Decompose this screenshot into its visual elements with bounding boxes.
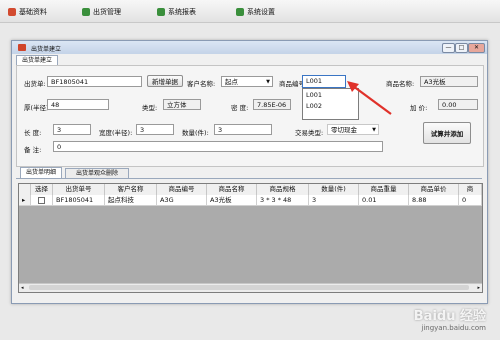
width-label: 宽度(半径): bbox=[99, 129, 133, 137]
order-details-grid: 选择 出货单号 客户名称 商品编号 商品名称 商品规格 数量(件) 商品重量 商… bbox=[18, 183, 483, 293]
row-checkbox[interactable] bbox=[38, 196, 45, 204]
chevron-down-icon: ▼ bbox=[266, 79, 270, 85]
type-field: 立方体 bbox=[163, 99, 201, 110]
row-marker-icon: ▸ bbox=[19, 195, 31, 206]
cell-qty[interactable]: 3 bbox=[309, 195, 359, 206]
dropdown-option[interactable]: L002 bbox=[306, 102, 322, 111]
watermark-brand: Baidu 经验 bbox=[413, 309, 486, 324]
col-header-weight[interactable]: 商品重量 bbox=[359, 184, 409, 195]
customer-value: 起点 bbox=[225, 78, 238, 86]
shipping-icon bbox=[82, 8, 90, 16]
horizontal-scrollbar[interactable]: ◂ ▸ bbox=[19, 283, 482, 292]
density-field: 7.85E-06 bbox=[253, 99, 291, 110]
col-header-spec[interactable]: 商品规格 bbox=[257, 184, 309, 195]
col-header-customer[interactable]: 客户名称 bbox=[105, 184, 157, 195]
customer-label: 客户名称: bbox=[187, 80, 216, 88]
menu-item-shipping[interactable]: 出货管理 bbox=[82, 6, 121, 18]
minimize-button[interactable]: — bbox=[442, 43, 455, 53]
length-label: 长 度: bbox=[24, 129, 42, 137]
addprice-field: 0.00 bbox=[438, 99, 478, 110]
menu-item-basic-data[interactable]: 基础资料 bbox=[8, 6, 47, 18]
menu-item-settings[interactable]: 系统设置 bbox=[236, 6, 275, 18]
watermark: Baidu 经验 jingyan.baidu.com bbox=[414, 305, 486, 332]
col-header-order-no[interactable]: 出货单号 bbox=[53, 184, 105, 195]
scroll-left-icon[interactable]: ◂ bbox=[21, 285, 24, 291]
menu-item-label: 基础资料 bbox=[19, 8, 47, 16]
col-header-name[interactable]: 商品名称 bbox=[207, 184, 257, 195]
col-header-select[interactable]: 选择 bbox=[31, 184, 53, 195]
chevron-down-icon: ▼ bbox=[372, 127, 376, 133]
close-button[interactable]: ✕ bbox=[468, 43, 485, 53]
thickness-field[interactable]: 48 bbox=[47, 99, 109, 110]
calculate-add-button[interactable]: 试算并添加 bbox=[423, 122, 471, 144]
col-header-code[interactable]: 商品编号 bbox=[157, 184, 207, 195]
menu-item-label: 系统报表 bbox=[168, 8, 196, 16]
cell-price[interactable]: 8.88 bbox=[409, 195, 459, 206]
cell-extra[interactable]: 0 bbox=[459, 195, 482, 206]
menu-item-label: 出货管理 bbox=[93, 8, 121, 16]
window-title: 出货单建立 bbox=[31, 46, 62, 53]
product-name-field: A3光板 bbox=[420, 76, 478, 87]
qty-field[interactable]: 3 bbox=[214, 124, 272, 135]
width-field[interactable]: 3 bbox=[136, 124, 174, 135]
density-label: 密 度: bbox=[231, 104, 249, 112]
col-header-qty[interactable]: 数量(件) bbox=[309, 184, 359, 195]
remark-field[interactable]: 0 bbox=[53, 141, 383, 152]
trade-type-label: 交易类型: bbox=[295, 129, 324, 137]
qty-label: 数量(件): bbox=[182, 129, 209, 137]
annotation-arrow-icon bbox=[347, 81, 392, 115]
watermark-url: jingyan.baidu.com bbox=[421, 324, 486, 332]
menu-item-reports[interactable]: 系统报表 bbox=[157, 6, 196, 18]
window-titlebar: 出货单建立 — □ ✕ bbox=[12, 41, 487, 54]
col-header-extra[interactable]: 商 bbox=[459, 184, 482, 195]
reports-icon bbox=[157, 8, 165, 16]
app-icon bbox=[18, 44, 26, 51]
trade-type-select[interactable]: 零切现金 ▼ bbox=[327, 124, 379, 135]
cell-name[interactable]: A3光板 bbox=[207, 195, 257, 206]
grid-header: 选择 出货单号 客户名称 商品编号 商品名称 商品规格 数量(件) 商品重量 商… bbox=[19, 184, 482, 195]
trade-type-value: 零切现金 bbox=[331, 126, 357, 134]
settings-icon bbox=[236, 8, 244, 16]
row-select-cell[interactable] bbox=[31, 195, 53, 206]
table-row[interactable]: ▸ BF1805041 起点科技 A3G A3光板 3 * 3 * 48 3 0… bbox=[19, 195, 482, 206]
scrollbar-thumb[interactable] bbox=[29, 285, 469, 290]
type-label: 类型: bbox=[142, 104, 158, 112]
length-field[interactable]: 3 bbox=[53, 124, 91, 135]
tab-order-details[interactable]: 出货单明细 bbox=[20, 167, 62, 178]
tab-divider bbox=[16, 178, 482, 179]
cell-customer[interactable]: 起点科技 bbox=[105, 195, 157, 206]
cell-code[interactable]: A3G bbox=[157, 195, 207, 206]
new-order-button[interactable]: 新增单据 bbox=[147, 75, 183, 87]
row-header-corner bbox=[19, 184, 31, 195]
basic-data-icon bbox=[8, 8, 16, 16]
product-code-input[interactable]: L001 bbox=[302, 75, 346, 88]
scroll-right-icon[interactable]: ▸ bbox=[477, 285, 480, 291]
app-menu-bar: 基础资料 出货管理 系统报表 系统设置 bbox=[0, 0, 500, 23]
col-header-price[interactable]: 商品单价 bbox=[409, 184, 459, 195]
cell-spec[interactable]: 3 * 3 * 48 bbox=[257, 195, 309, 206]
dropdown-option[interactable]: L001 bbox=[306, 91, 322, 100]
remark-label: 备 注: bbox=[24, 146, 42, 154]
customer-select[interactable]: 起点 ▼ bbox=[221, 76, 273, 87]
menu-item-label: 系统设置 bbox=[247, 8, 275, 16]
order-no-label: 出货单: bbox=[24, 80, 46, 88]
order-no-field[interactable]: BF1805041 bbox=[47, 76, 142, 87]
addprice-label: 加 价: bbox=[410, 104, 428, 112]
cell-weight[interactable]: 0.01 bbox=[359, 195, 409, 206]
order-form-panel: 出货单: BF1805041 新增单据 客户名称: 起点 ▼ 商品编号: L00… bbox=[16, 65, 484, 167]
cell-order-no[interactable]: BF1805041 bbox=[53, 195, 105, 206]
maximize-button[interactable]: □ bbox=[455, 43, 468, 53]
